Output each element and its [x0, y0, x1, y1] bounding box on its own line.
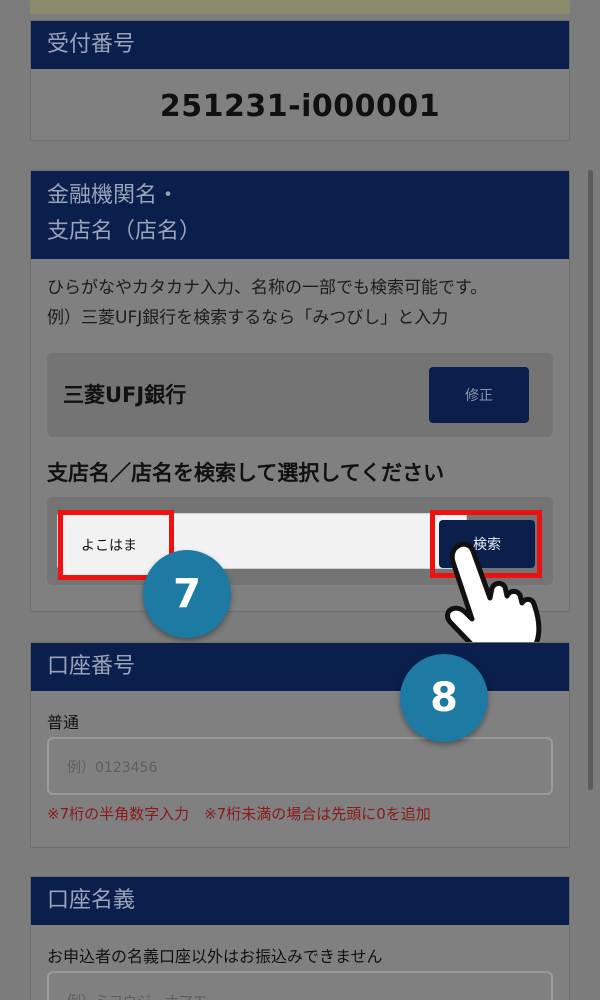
bank-header-line1: 金融機関名・	[47, 183, 180, 208]
bank-hint-line2: 例）三菱UFJ銀行を検索するなら「みつびし」と入力	[47, 308, 449, 328]
bank-hint-line1: ひらがなやカタカナ入力、名称の一部でも検索可能です。	[47, 278, 488, 298]
receipt-section: 受付番号 251231-i000001	[30, 20, 570, 141]
account-type: 普通	[47, 713, 80, 732]
selected-bank-box: 三菱UFJ銀行 修正	[47, 353, 553, 437]
holder-name-input[interactable]: 例）ミヨウジ ナマエ	[47, 971, 553, 1000]
scrollbar[interactable]	[588, 170, 593, 790]
bank-header-line2: 支店名（店名）	[47, 219, 202, 244]
holder-name-placeholder: 例）ミヨウジ ナマエ	[67, 991, 207, 1000]
account-number-placeholder: 例）0123456	[67, 760, 158, 776]
receipt-number: 251231-i000001	[159, 89, 441, 124]
account-section: 口座番号 普通 例）0123456 ※7桁の半角数字入力 ※7桁未満の場合は先頭…	[30, 642, 570, 848]
account-note: ※7桁の半角数字入力 ※7桁未満の場合は先頭に0を追加	[47, 805, 431, 823]
edit-bank-button[interactable]: 修正	[429, 367, 529, 423]
branch-search-label: 支店名／店名を検索して選択してください	[47, 461, 445, 485]
account-header: 口座番号	[31, 643, 569, 691]
holder-header: 口座名義	[31, 877, 569, 925]
receipt-header: 受付番号	[31, 21, 569, 69]
step-7-badge: 7	[143, 550, 231, 638]
top-strip	[30, 0, 570, 14]
account-number-input[interactable]: 例）0123456	[47, 737, 553, 795]
branch-search-value: よこはま	[81, 538, 137, 554]
bank-header: 金融機関名・ 支店名（店名）	[31, 171, 569, 259]
step-8-badge: 8	[400, 654, 488, 742]
bank-hint: ひらがなやカタカナ入力、名称の一部でも検索可能です。 例）三菱UFJ銀行を検索す…	[31, 259, 569, 333]
holder-note: お申込者の名義口座以外はお振込みできません	[47, 947, 383, 966]
selected-bank-name: 三菱UFJ銀行	[63, 383, 187, 407]
holder-section: 口座名義 お申込者の名義口座以外はお振込みできません 例）ミヨウジ ナマエ	[30, 876, 570, 1000]
